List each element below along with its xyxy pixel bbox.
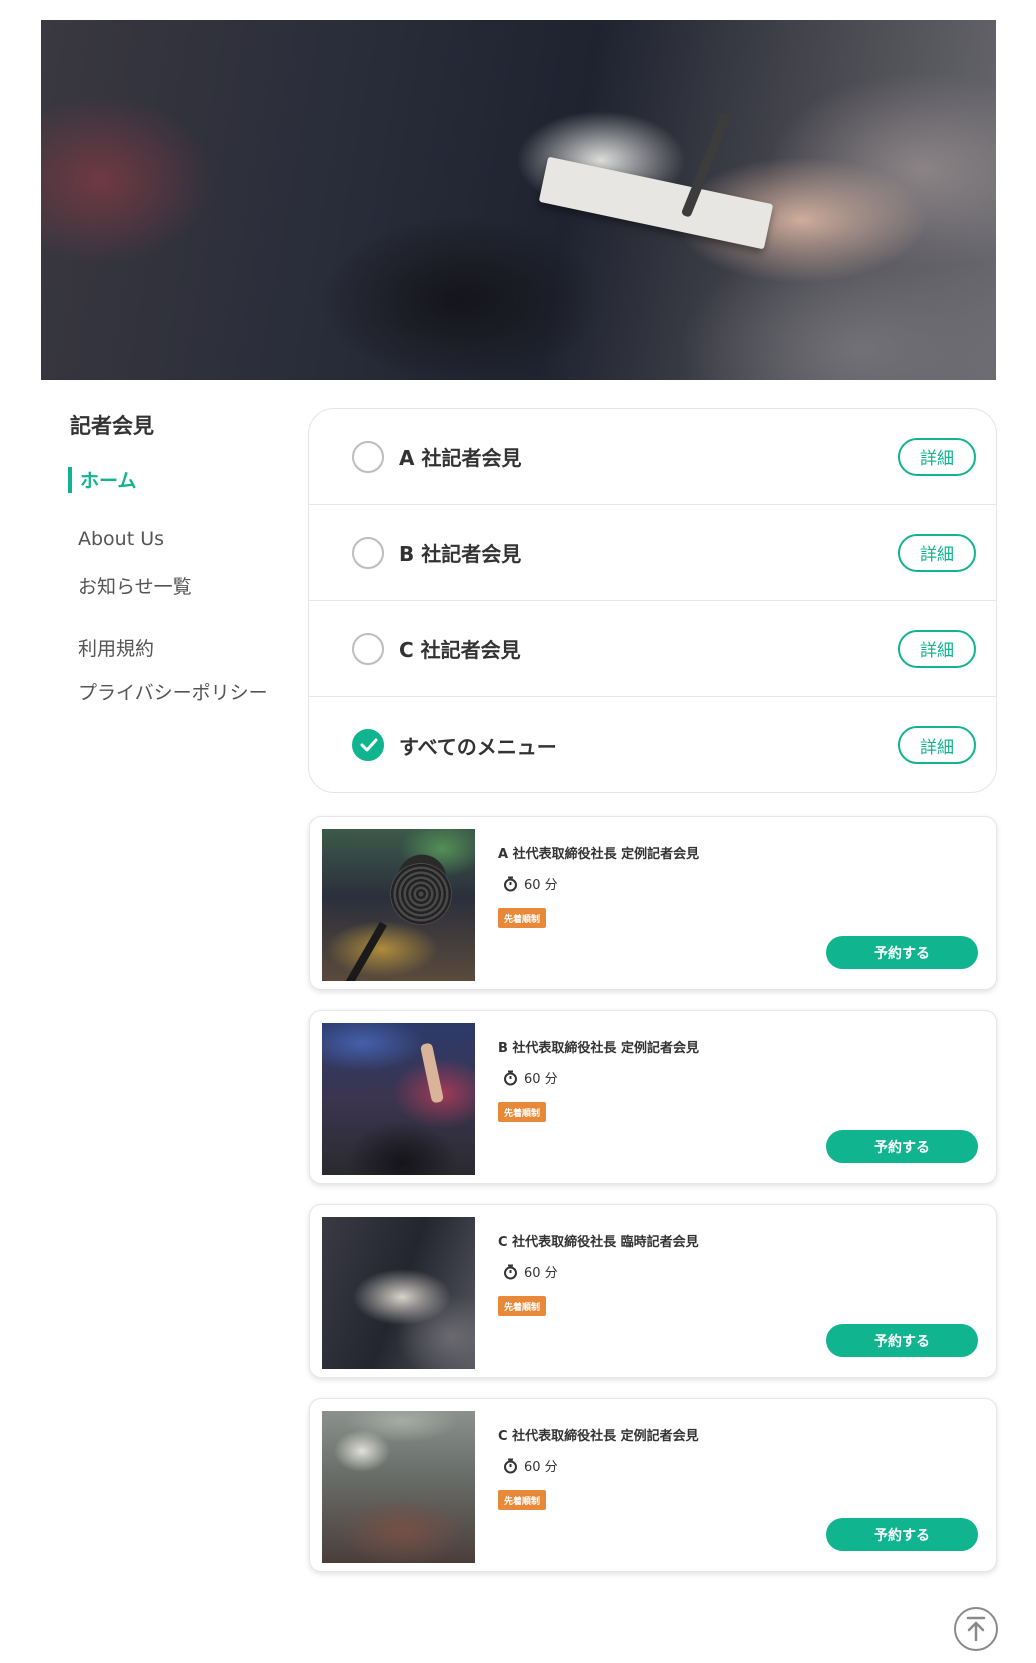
radio-button-checked[interactable]: [352, 729, 384, 761]
radio-button[interactable]: [352, 440, 384, 473]
event-title: C 社代表取締役社長 臨時記者会見: [498, 1235, 699, 1250]
event-duration: 60 分: [503, 1068, 558, 1087]
status-badge: 先着順制: [498, 1296, 547, 1316]
detail-button[interactable]: 詳細: [898, 533, 976, 572]
sidebar-item-about-us[interactable]: About Us: [78, 528, 164, 550]
event-thumbnail-microphone: [322, 829, 475, 981]
sidebar-item-terms[interactable]: 利用規約: [78, 634, 154, 661]
sidebar-item-home[interactable]: ホーム: [68, 466, 136, 493]
menu-option-all[interactable]: すべてのメニュー 詳細: [309, 697, 996, 793]
reserve-button[interactable]: 予約する: [826, 1518, 978, 1551]
event-title: C 社代表取締役社長 定例記者会見: [498, 1429, 699, 1444]
reserve-button[interactable]: 予約する: [826, 936, 978, 969]
status-badge: 先着順制: [498, 1490, 547, 1510]
event-duration: 60 分: [503, 874, 558, 893]
status-badge: 先着順制: [498, 1102, 547, 1122]
event-thumbnail-audience: [322, 1023, 475, 1175]
event-thumbnail-conference-room: [322, 1411, 475, 1563]
duration-text: 60 分: [524, 1072, 558, 1087]
detail-button[interactable]: 詳細: [898, 726, 976, 764]
event-duration: 60 分: [503, 1262, 558, 1281]
menu-filter-panel: A 社記者会見 詳細 B 社記者会見 詳細 C 社記者会見 詳細 すべてのメニュ…: [308, 408, 997, 793]
sidebar-item-label: ホーム: [80, 470, 137, 492]
menu-option-a[interactable]: A 社記者会見 詳細: [309, 409, 996, 505]
duration-text: 60 分: [524, 878, 558, 893]
event-duration: 60 分: [503, 1456, 558, 1475]
mic-head: [390, 863, 452, 925]
menu-option-label: B 社記者会見: [399, 542, 522, 566]
hero-image: [41, 20, 996, 380]
sidebar-item-news[interactable]: お知らせ一覧: [78, 572, 192, 599]
detail-button[interactable]: 詳細: [898, 437, 976, 476]
event-card: A 社代表取締役社長 定例記者会見 60 分 先着順制 予約する: [309, 816, 997, 990]
sidebar-title: 記者会見: [70, 414, 154, 438]
event-card: B 社代表取締役社長 定例記者会見 60 分 先着順制 予約する: [309, 1010, 997, 1184]
menu-option-c[interactable]: C 社記者会見 詳細: [309, 601, 996, 697]
radio-button[interactable]: [352, 536, 384, 569]
event-title: B 社代表取締役社長 定例記者会見: [498, 1041, 699, 1056]
reserve-button[interactable]: 予約する: [826, 1130, 978, 1163]
stopwatch-icon: [503, 1070, 518, 1086]
duration-text: 60 分: [524, 1266, 558, 1281]
arrow-up-to-top-icon: [966, 1616, 986, 1642]
stopwatch-icon: [503, 1458, 518, 1474]
menu-option-label: C 社記者会見: [399, 638, 521, 662]
check-icon: [360, 738, 378, 752]
event-card: C 社代表取締役社長 臨時記者会見 60 分 先着順制 予約する: [309, 1204, 997, 1378]
raised-hand: [419, 1042, 445, 1104]
stopwatch-icon: [503, 876, 518, 892]
sidebar-item-privacy-policy[interactable]: プライバシーポリシー: [78, 678, 268, 705]
back-to-top-button[interactable]: [954, 1607, 998, 1651]
reserve-button[interactable]: 予約する: [826, 1324, 978, 1357]
menu-option-label: すべてのメニュー: [399, 734, 557, 759]
duration-text: 60 分: [524, 1460, 558, 1475]
mic-stand: [345, 921, 387, 981]
status-badge: 先着順制: [498, 908, 547, 928]
event-thumbnail-notes: [322, 1217, 475, 1369]
event-title: A 社代表取締役社長 定例記者会見: [498, 847, 700, 862]
radio-button[interactable]: [352, 632, 384, 665]
event-card: C 社代表取締役社長 定例記者会見 60 分 先着順制 予約する: [309, 1398, 997, 1572]
active-indicator: [68, 466, 72, 493]
menu-option-b[interactable]: B 社記者会見 詳細: [309, 505, 996, 601]
stopwatch-icon: [503, 1264, 518, 1280]
hero-notebook: [538, 156, 774, 250]
menu-option-label: A 社記者会見: [399, 446, 522, 470]
detail-button[interactable]: 詳細: [898, 629, 976, 668]
